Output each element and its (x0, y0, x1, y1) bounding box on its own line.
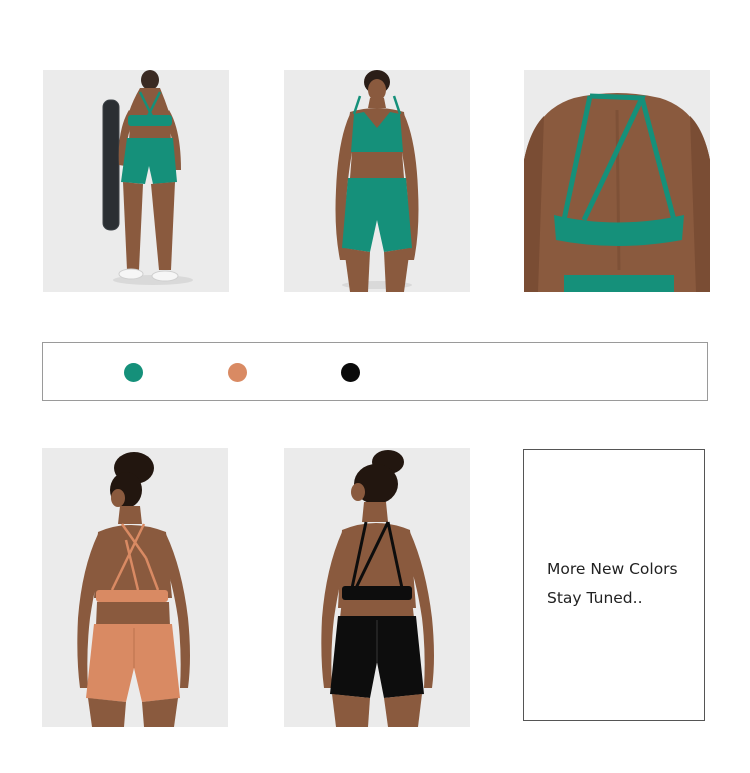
photo-teal-bra-back-closeup (524, 70, 710, 292)
swatch-teal[interactable] (124, 363, 143, 382)
model-back-image (42, 448, 228, 727)
stay-tuned-text: Stay Tuned.. (547, 589, 643, 607)
photo-teal-set-front (284, 70, 470, 292)
model-back-image (43, 70, 229, 292)
color-swatch-bar (42, 342, 708, 401)
photo-orange-set-back (42, 448, 228, 727)
more-colors-text: More New Colors (547, 560, 678, 578)
model-front-image (284, 70, 470, 292)
model-back-image (284, 448, 470, 727)
strappy-back-detail-image (524, 70, 710, 292)
photo-black-set-back (284, 448, 470, 727)
photo-teal-set-back (43, 70, 229, 292)
swatch-black[interactable] (341, 363, 360, 382)
more-colors-box: More New Colors Stay Tuned.. (523, 449, 705, 721)
swatch-orange[interactable] (228, 363, 247, 382)
